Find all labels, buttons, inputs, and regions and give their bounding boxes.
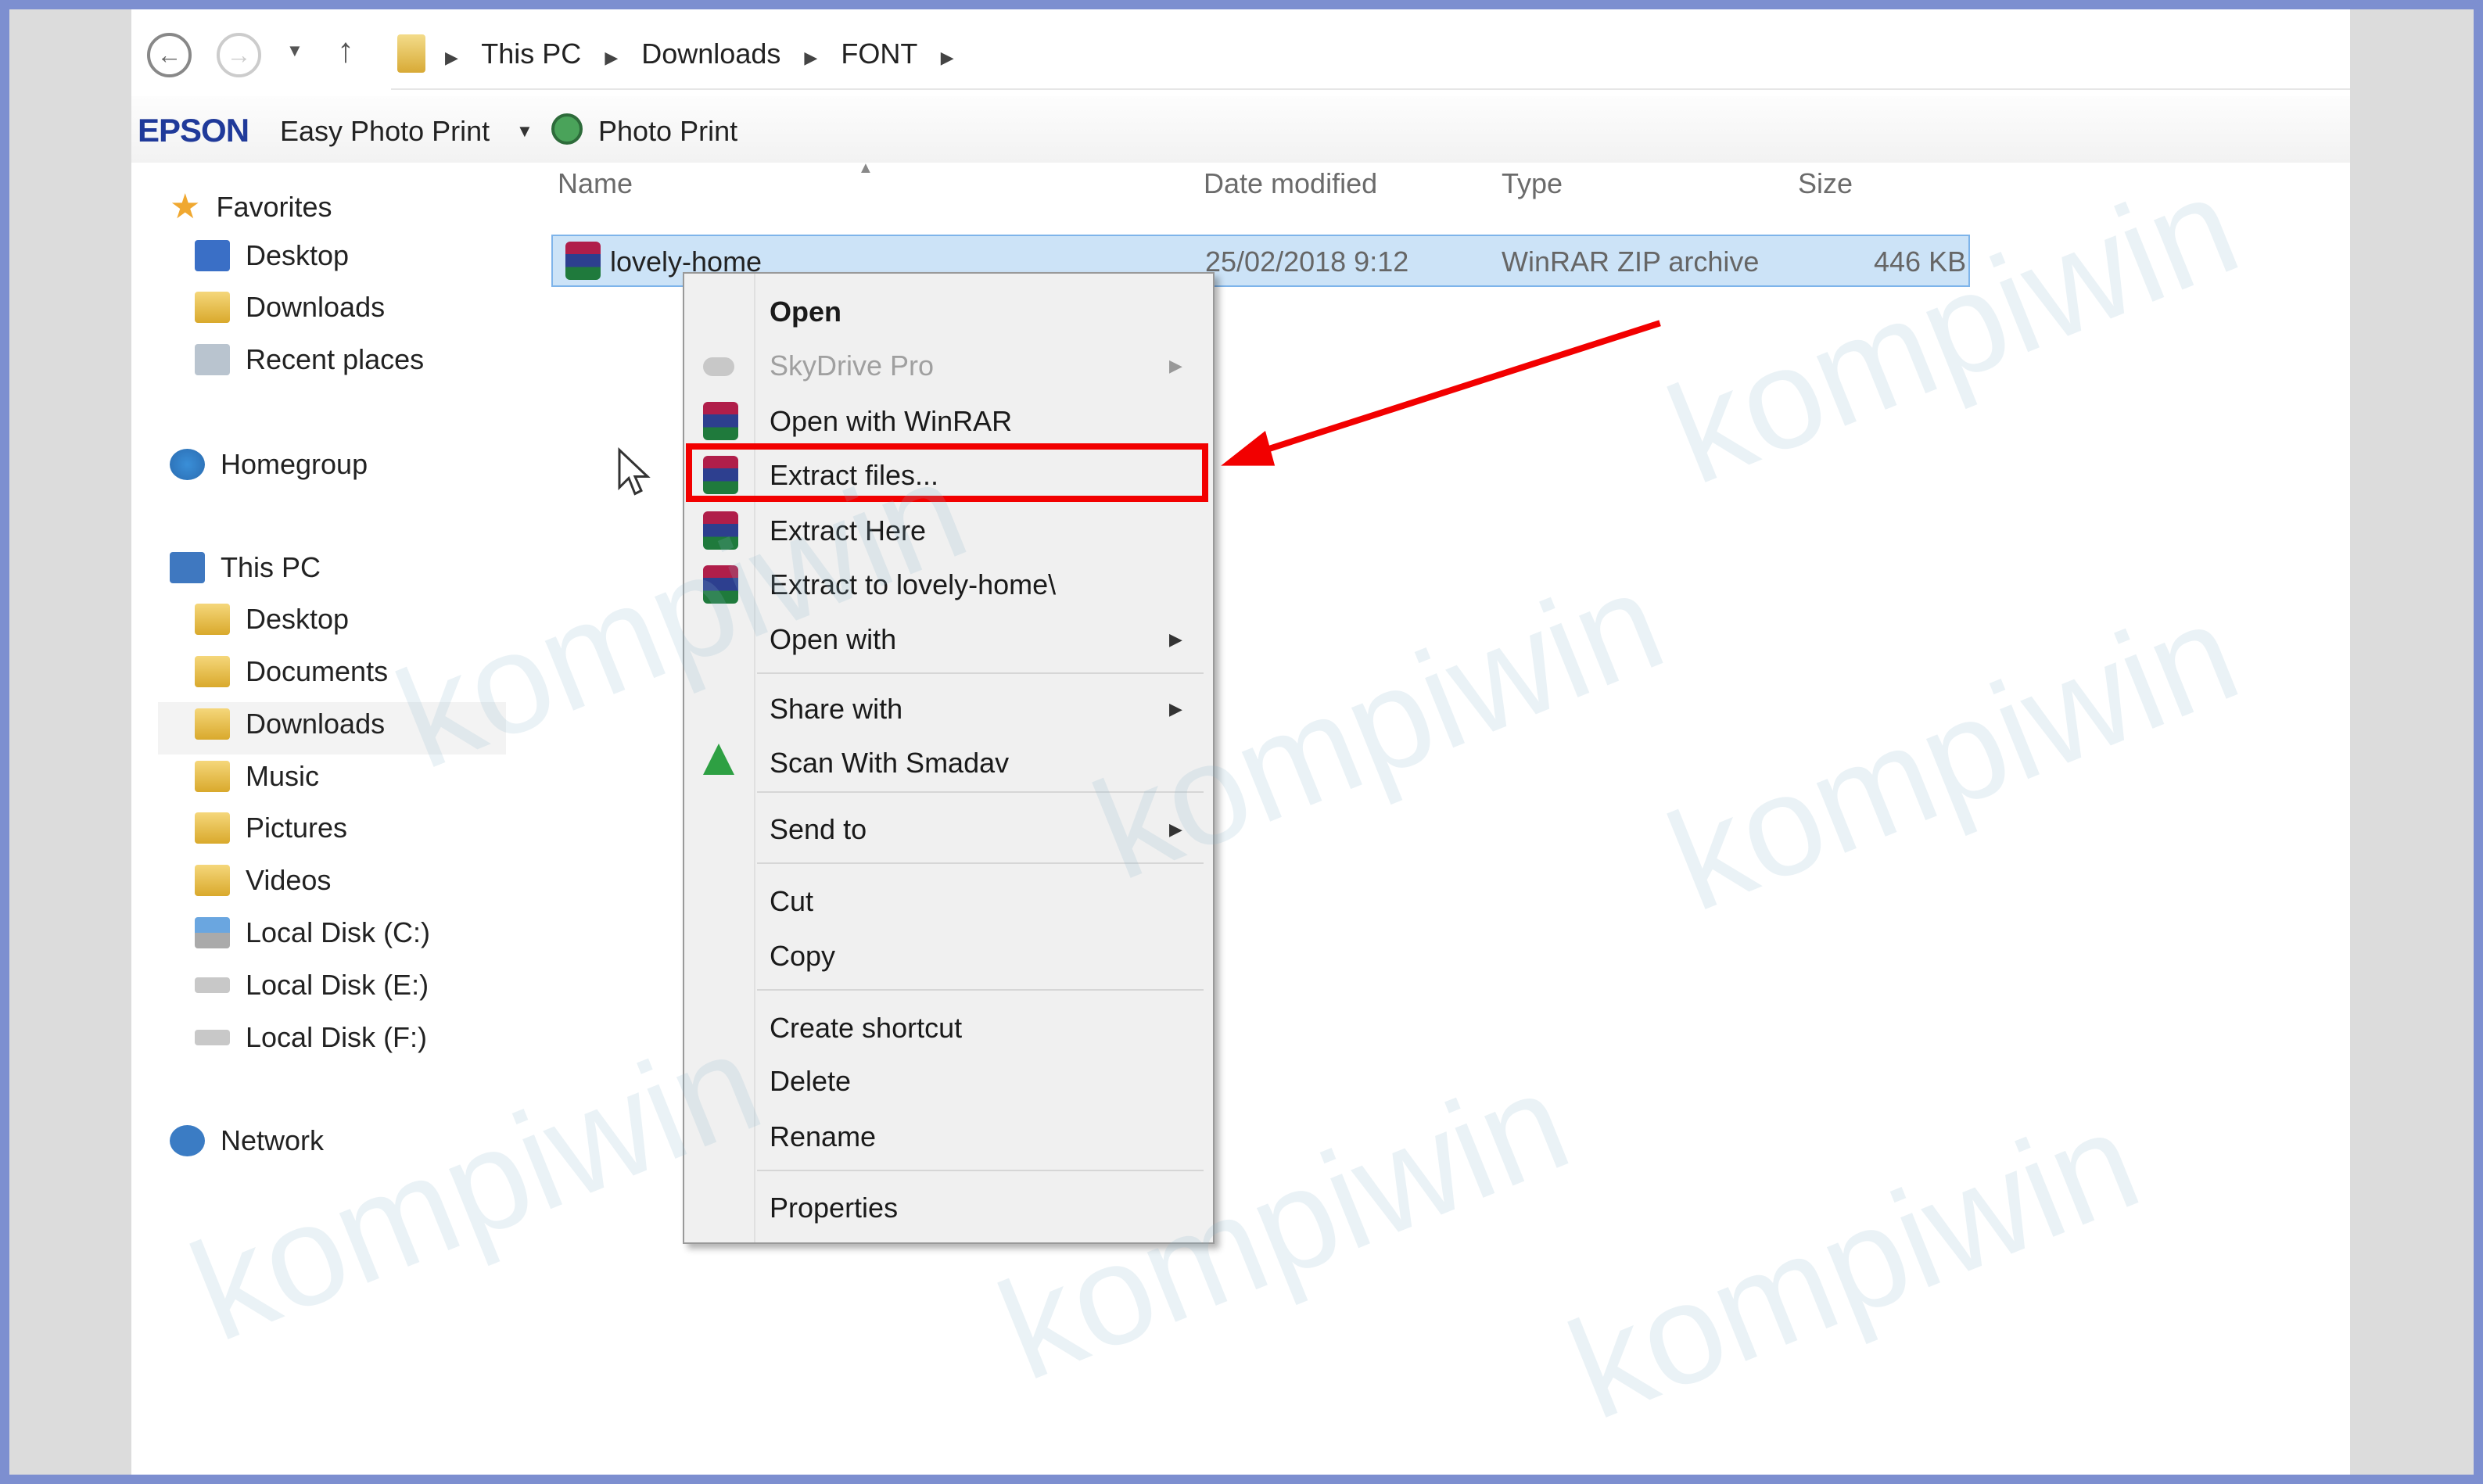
sidebar-this-pc[interactable]: This PC [170,551,321,584]
back-button[interactable]: ← [147,33,192,77]
drive-icon [195,917,230,948]
sidebar-item-recent[interactable]: Recent places [195,343,424,376]
sidebar-item-disk-e[interactable]: Local Disk (E:) [195,969,429,1002]
submenu-arrow-icon: ▶ [1169,355,1182,375]
winrar-icon [703,511,738,550]
file-date: 25/02/2018 9:12 [1205,246,1409,278]
sidebar-item-desktop[interactable]: Desktop [195,239,349,272]
chevron-right-icon: ▶ [605,48,619,67]
folder-icon [195,865,230,896]
chevron-right-icon[interactable]: ▶ [941,48,954,67]
column-date[interactable]: Date modified [1204,167,1377,200]
submenu-arrow-icon: ▶ [1169,819,1182,839]
desktop-icon [195,240,230,271]
menu-item-skydrive-pro[interactable]: SkyDrive Pro ▶ [684,340,1213,391]
breadcrumb-this-pc[interactable]: This PC [481,38,581,70]
sidebar-item-videos[interactable]: Videos [195,864,331,897]
sidebar-favorites[interactable]: ★ Favorites [170,187,332,227]
toolbar: EPSON Easy Photo Print ▼ Photo Print [131,96,2350,163]
winrar-icon [703,402,738,440]
smadav-icon [703,744,734,775]
recent-dropdown-icon[interactable]: ▼ [286,41,303,61]
sidebar-item-desktop-pc[interactable]: Desktop [195,603,349,636]
submenu-arrow-icon: ▶ [1169,629,1182,649]
winrar-icon [703,565,738,604]
file-type: WinRAR ZIP archive [1502,246,1760,278]
explorer-window: ← → ▼ ↑ ▶ This PC ▶ Downloads ▶ FONT ▶ E… [131,9,2350,1475]
drive-icon [195,977,230,993]
star-icon: ★ [170,188,201,226]
folder-icon [195,761,230,792]
folder-icon [195,656,230,687]
menu-item-extract-here[interactable]: Extract Here [684,505,1213,556]
sidebar-item-disk-c[interactable]: Local Disk (C:) [195,916,430,949]
column-type[interactable]: Type [1502,167,1563,200]
folder-icon [397,34,425,73]
epson-logo: EPSON [138,112,249,149]
dropdown-icon[interactable]: ▼ [516,121,533,142]
menu-item-delete[interactable]: Delete [684,1056,1213,1106]
menu-item-create-shortcut[interactable]: Create shortcut [684,1002,1213,1053]
sidebar-item-downloads[interactable]: Downloads [195,291,385,324]
menu-item-properties[interactable]: Properties [684,1182,1213,1233]
menu-item-open[interactable]: Open [684,286,1213,337]
sidebar-network[interactable]: Network [170,1124,324,1157]
folder-icon [195,604,230,635]
chevron-right-icon: ▶ [445,48,458,67]
network-icon [170,1125,205,1156]
highlight-box [686,443,1208,502]
downloads-icon [195,292,230,323]
menu-item-extract-to[interactable]: Extract to lovely-home\ [684,559,1213,610]
menu-item-share-with[interactable]: Share with ▶ [684,683,1213,734]
frame: ← → ▼ ↑ ▶ This PC ▶ Downloads ▶ FONT ▶ E… [9,9,2474,1475]
menu-item-open-with[interactable]: Open with ▶ [684,614,1213,665]
sidebar-item-music[interactable]: Music [195,760,319,793]
watermark: kompiwin [1648,144,2259,514]
menu-item-send-to[interactable]: Send to ▶ [684,804,1213,855]
folder-icon [195,708,230,740]
watermark: kompiwin [1548,1079,2159,1450]
submenu-arrow-icon: ▶ [1169,698,1182,719]
folder-icon [195,812,230,844]
address-bar[interactable]: ▶ This PC ▶ Downloads ▶ FONT ▶ [391,25,2350,90]
column-name[interactable]: Name [558,167,633,200]
computer-icon [170,552,205,583]
sidebar-item-disk-f[interactable]: Local Disk (F:) [195,1021,427,1054]
menu-item-cut[interactable]: Cut [684,876,1213,927]
sidebar-item-documents[interactable]: Documents [195,655,388,688]
recent-places-icon [195,344,230,375]
up-button[interactable]: ↑ [337,31,354,70]
menu-item-rename[interactable]: Rename [684,1111,1213,1162]
chevron-right-icon: ▶ [804,48,818,67]
file-size: 446 KB [1874,246,1967,278]
sidebar-homegroup[interactable]: Homegroup [170,448,368,481]
watermark: kompiwin [1648,571,2259,941]
sort-up-icon: ▲ [858,160,874,177]
easy-photo-print-button[interactable]: Easy Photo Print [280,115,490,148]
cloud-icon [703,357,734,376]
photo-print-button[interactable]: Photo Print [598,115,737,148]
context-menu: Open SkyDrive Pro ▶ Open with WinRAR Extr… [683,272,1215,1244]
drive-icon [195,1030,230,1045]
forward-button[interactable]: → [217,33,261,77]
sidebar-item-pictures[interactable]: Pictures [195,812,347,844]
breadcrumb-font[interactable]: FONT [841,38,917,70]
homegroup-icon [170,449,205,480]
menu-item-scan-smadav[interactable]: Scan With Smadav [684,737,1213,788]
winrar-icon [565,242,601,280]
breadcrumb-downloads[interactable]: Downloads [641,38,780,70]
menu-item-copy[interactable]: Copy [684,930,1213,981]
column-size[interactable]: Size [1798,167,1853,200]
red-arrow-icon [1221,320,1661,466]
photo-print-icon [551,113,583,145]
mouse-cursor-icon [618,447,651,496]
sidebar-item-downloads-pc[interactable]: Downloads [195,708,385,740]
menu-item-open-with-winrar[interactable]: Open with WinRAR [684,396,1213,446]
